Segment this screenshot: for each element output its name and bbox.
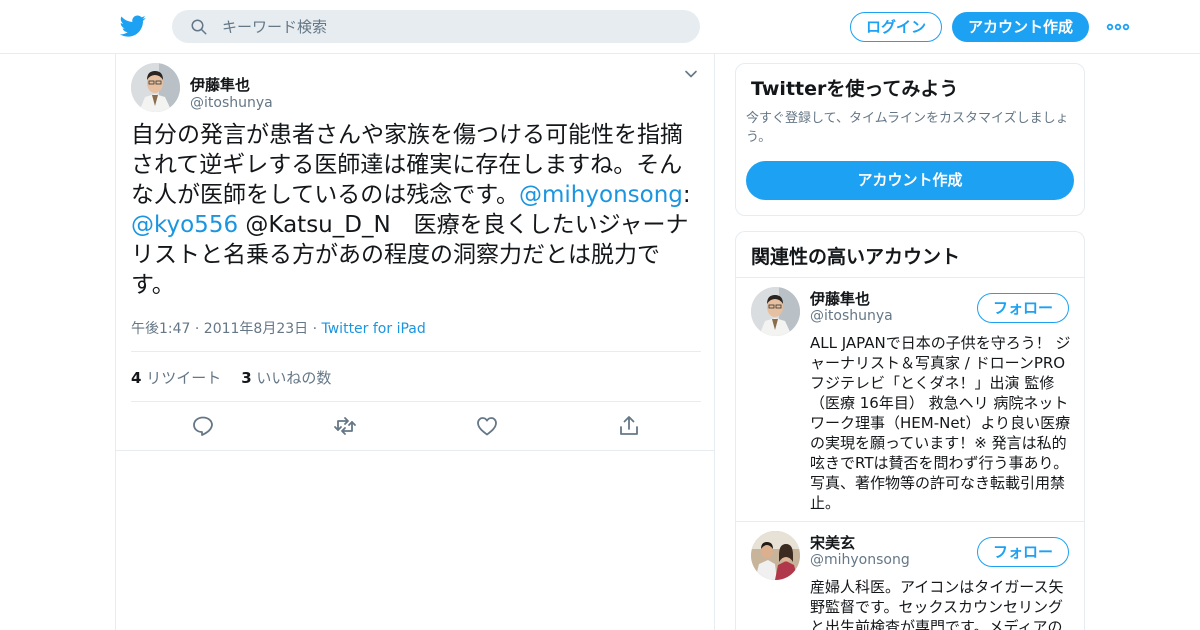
retweet-icon[interactable] <box>333 414 357 438</box>
account-bio: 産婦人科医。アイコンはタイガース矢野監督です。セックスカウンセリングと出生前検査… <box>810 578 1064 630</box>
avatar[interactable] <box>131 63 180 112</box>
account-name[interactable]: 伊藤隼也 <box>810 288 870 309</box>
account-name[interactable]: 宋美玄 <box>810 532 855 553</box>
related-accounts-title: 関連性の高いアカウント <box>751 246 961 268</box>
like-count: 3 <box>241 369 252 387</box>
account-bio: ALL JAPANで日本の子供を守ろう！ ジャーナリスト＆写真家 / ドローンP… <box>810 334 1071 512</box>
login-button[interactable]: ログイン <box>850 12 942 42</box>
divider <box>131 401 701 402</box>
avatar[interactable] <box>751 531 800 580</box>
account-item[interactable]: 宋美玄 @mihyonsong フォロー 産婦人科医。アイコンはタイガース矢野監… <box>736 522 1084 630</box>
tweet-author-handle[interactable]: @itoshunya <box>190 95 273 111</box>
twitter-bird-icon[interactable] <box>120 13 146 39</box>
account-handle[interactable]: @itoshunya <box>810 308 893 324</box>
signup-card: Twitterを使ってみよう 今すぐ登録して、タイムラインをカスタマイズしましょ… <box>735 63 1085 216</box>
tweet-meta: 午後1:47 · 2011年8月23日 · Twitter for iPad <box>131 318 426 338</box>
more-dots-icon[interactable] <box>1106 18 1130 36</box>
like-icon[interactable] <box>475 414 499 438</box>
search-input[interactable] <box>222 10 682 43</box>
signup-card-title: Twitterを使ってみよう <box>751 78 959 100</box>
tweet-text: 自分の発言が患者さんや家族を傷つける可能性を指摘されて逆ギレする医師達は確実に存… <box>131 120 703 300</box>
like-stat[interactable]: 3 いいねの数 <box>241 369 331 387</box>
search-icon <box>191 19 207 35</box>
divider <box>131 351 701 352</box>
search-box[interactable] <box>172 10 700 43</box>
follow-button[interactable]: フォロー <box>977 293 1069 323</box>
tweet-column: 伊藤隼也 @itoshunya 自分の発言が患者さんや家族を傷つける可能性を指摘… <box>115 54 715 630</box>
signup-card-subtitle: 今すぐ登録して、タイムラインをカスタマイズしましょう。 <box>746 111 1069 145</box>
top-bar: ログイン アカウント作成 <box>0 0 1200 54</box>
tweet-source-link[interactable]: Twitter for iPad <box>322 321 426 337</box>
mention-link[interactable]: @mihyonsong <box>519 182 683 208</box>
account-handle[interactable]: @mihyonsong <box>810 552 910 568</box>
tweet-text-part: : <box>682 182 691 208</box>
chevron-down-icon[interactable] <box>684 67 698 81</box>
mention-link[interactable]: @kyo556 <box>131 212 238 238</box>
divider <box>116 450 714 451</box>
tweet-stats: 4 リツイート 3 いいねの数 <box>131 367 331 388</box>
tweet-timestamp[interactable]: 午後1:47 · 2011年8月23日 · <box>131 321 322 337</box>
signup-button[interactable]: アカウント作成 <box>952 12 1089 42</box>
tweet-author-name[interactable]: 伊藤隼也 <box>190 74 250 95</box>
retweet-count: 4 <box>131 369 142 387</box>
account-item[interactable]: 伊藤隼也 @itoshunya フォロー ALL JAPANで日本の子供を守ろう… <box>736 278 1084 522</box>
share-icon[interactable] <box>617 414 641 438</box>
related-accounts-card: 関連性の高いアカウント 伊藤隼也 @itoshunya フォロー ALL JAP… <box>735 231 1085 630</box>
follow-button[interactable]: フォロー <box>977 537 1069 567</box>
retweet-stat[interactable]: 4 リツイート <box>131 369 221 387</box>
tweet-header: 伊藤隼也 @itoshunya <box>131 62 701 114</box>
avatar[interactable] <box>751 287 800 336</box>
retweet-stat-label: リツイート <box>141 369 222 387</box>
signup-card-button[interactable]: アカウント作成 <box>746 161 1074 200</box>
like-stat-label: いいねの数 <box>251 369 332 387</box>
reply-icon[interactable] <box>191 414 215 438</box>
